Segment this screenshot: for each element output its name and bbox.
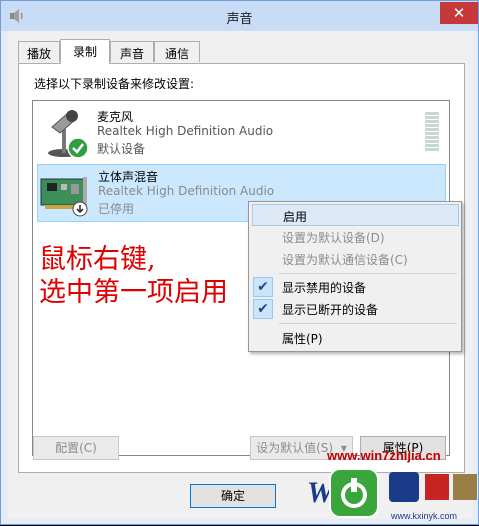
- meter-bar: [425, 112, 439, 115]
- menu-label: 显示禁用的设备: [282, 281, 367, 295]
- annotation-line-2: 选中第一项启用: [39, 277, 228, 308]
- menu-label: 设置为默认通信设备(C): [282, 253, 408, 267]
- disabled-arrow-icon: [72, 201, 88, 217]
- level-meter: [425, 112, 439, 152]
- meter-bar: [425, 124, 439, 127]
- title-bar[interactable]: 声音 ✕: [1, 1, 478, 31]
- device-name: 立体声混音: [98, 170, 159, 184]
- tab-communications[interactable]: 通信: [154, 41, 200, 62]
- meter-bar: [425, 128, 439, 131]
- meter-bar: [425, 120, 439, 123]
- instruction-text: 选择以下录制设备来修改设置:: [34, 77, 195, 91]
- checkmark-icon: ✔: [253, 277, 273, 297]
- window-title: 声音: [226, 12, 253, 27]
- close-button[interactable]: ✕: [440, 2, 478, 24]
- device-status: 默认设备: [97, 142, 146, 156]
- meter-bar: [425, 136, 439, 139]
- sound-dialog: 声音 ✕ 播放 录制 声音 通信 选择以下录制设备来修改设置: 麦克风 Real…: [0, 0, 479, 525]
- menu-item-set-default-device[interactable]: 设置为默认设备(D): [252, 226, 459, 248]
- menu-label: 属性(P): [282, 332, 323, 346]
- meter-bar: [425, 140, 439, 143]
- button-label: 配置(C): [55, 441, 97, 455]
- ok-button[interactable]: 确定: [190, 484, 276, 508]
- menu-item-enable[interactable]: 启用: [252, 204, 459, 226]
- menu-separator: [279, 273, 457, 274]
- checkmark-icon: ✔: [253, 299, 273, 319]
- menu-item-properties[interactable]: 属性(P): [252, 327, 459, 349]
- watermark: www.win7zhijia.cn W www.kxinyk.com: [299, 448, 479, 526]
- menu-label: 设置为默认设备(D): [282, 231, 385, 245]
- meter-bar: [425, 148, 439, 151]
- meter-bar: [425, 144, 439, 147]
- tab-label: 通信: [164, 47, 189, 61]
- menu-label: 显示已断开的设备: [282, 303, 379, 317]
- brand-logo-icon: [389, 472, 477, 502]
- watermark-site-text: www.win7zhijia.cn: [327, 448, 441, 463]
- meter-bar: [425, 132, 439, 135]
- device-status: 已停用: [98, 202, 135, 216]
- menu-separator: [279, 323, 457, 324]
- tab-label: 播放: [26, 47, 51, 61]
- configure-button[interactable]: 配置(C): [33, 436, 119, 460]
- menu-item-set-default-comm-device[interactable]: 设置为默认通信设备(C): [252, 248, 459, 270]
- tab-label: 声音: [119, 47, 144, 61]
- device-description: Realtek High Definition Audio: [97, 124, 274, 138]
- tab-label: 录制: [72, 45, 97, 59]
- tab-sounds[interactable]: 声音: [110, 41, 154, 62]
- menu-label: 启用: [283, 210, 308, 224]
- watermark-url-text: www.kxinyk.com: [391, 511, 458, 521]
- button-label: 确定: [220, 489, 245, 503]
- power-logo-icon: [329, 468, 379, 518]
- menu-item-show-disabled[interactable]: ✔ 显示禁用的设备: [252, 276, 459, 298]
- tab-recording[interactable]: 录制: [60, 39, 110, 64]
- device-name: 麦克风: [97, 110, 134, 124]
- close-icon: ✕: [452, 4, 466, 22]
- annotation-line-1: 鼠标右键,: [39, 244, 156, 275]
- list-item-microphone[interactable]: 麦克风 Realtek High Definition Audio 默认设备: [37, 105, 446, 163]
- default-check-icon: [67, 137, 89, 159]
- menu-item-show-disconnected[interactable]: ✔ 显示已断开的设备: [252, 298, 459, 320]
- context-menu: 启用 设置为默认设备(D) 设置为默认通信设备(C) ✔ 显示禁用的设备 ✔ 显…: [248, 201, 462, 352]
- annotation-text: 鼠标右键, 选中第一项启用: [39, 243, 228, 309]
- meter-bar: [425, 116, 439, 119]
- tab-playback[interactable]: 播放: [18, 41, 60, 62]
- device-description: Realtek High Definition Audio: [98, 184, 275, 198]
